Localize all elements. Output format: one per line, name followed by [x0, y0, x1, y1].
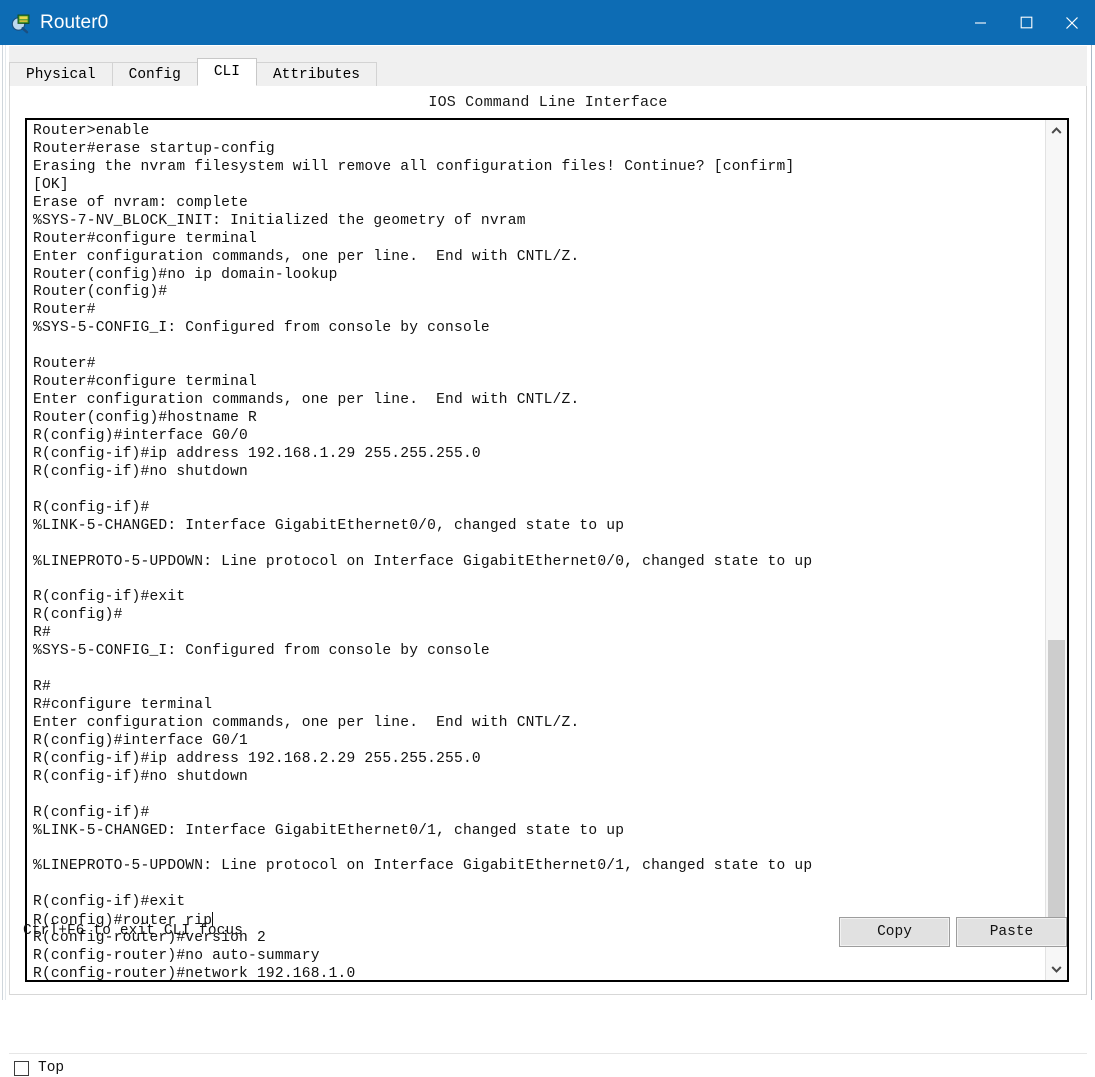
terminal-line: Enter configuration commands, one per li… — [33, 392, 580, 409]
top-checkbox-label: Top — [38, 1060, 65, 1076]
terminal-line: Router#configure terminal — [33, 374, 257, 391]
terminal-line: Erasing the nvram filesystem will remove… — [33, 158, 795, 175]
terminal-line: R(config-if)# — [33, 804, 150, 821]
tab-attributes[interactable]: Attributes — [255, 62, 377, 86]
terminal-output[interactable]: Router>enable Router#erase startup-config… — [27, 120, 1045, 980]
scrollbar-thumb[interactable] — [1048, 640, 1065, 940]
tab-config[interactable]: Config — [111, 62, 198, 86]
terminal-line: [OK] — [33, 176, 69, 193]
tab-cli[interactable]: CLI — [196, 58, 257, 86]
terminal-line: Router# — [33, 356, 96, 373]
terminal-line: R(config-if)#ip address 192.168.1.29 255… — [33, 445, 481, 462]
window-controls — [957, 0, 1095, 45]
terminal-line: R#configure terminal — [33, 697, 213, 713]
window-left-border-inner — [5, 45, 6, 1077]
terminal-line: %SYS-5-CONFIG_I: Configured from console… — [33, 320, 490, 337]
tabs-row: Physical Config CLI Attributes — [9, 58, 377, 86]
cli-footer: Ctrl+F6 to exit CLI focus Copy Paste — [10, 910, 1086, 994]
terminal-line: R(config-if)#no shutdown — [33, 768, 248, 785]
close-button[interactable] — [1049, 0, 1095, 45]
terminal-line: R# — [33, 679, 51, 696]
window-title: Router0 — [40, 12, 109, 33]
terminal-line: Enter configuration commands, one per li… — [33, 714, 580, 731]
terminal-line: R(config-if)#ip address 192.168.2.29 255… — [33, 750, 481, 767]
minimize-button[interactable] — [957, 0, 1003, 45]
router-cli-window: Router0 Physical Config CLI Attributes I… — [0, 0, 1095, 1077]
terminal-line: Router#configure terminal — [33, 230, 257, 247]
terminal-line: R# — [33, 625, 51, 642]
terminal-line: R(config-if)# — [33, 499, 150, 516]
terminal-line: Erase of nvram: complete — [33, 194, 248, 211]
top-checkbox[interactable] — [14, 1060, 29, 1076]
tab-physical[interactable]: Physical — [9, 62, 113, 86]
bottom-area — [0, 1000, 1095, 1077]
terminal-line: Router(config)#hostname R — [33, 410, 257, 426]
window-titlebar[interactable]: Router0 — [0, 0, 1095, 45]
window-left-border — [2, 45, 3, 1077]
cli-focus-hint: Ctrl+F6 to exit CLI focus — [23, 923, 244, 939]
copy-button[interactable]: Copy — [839, 917, 950, 947]
terminal-line: %LINK-5-CHANGED: Interface GigabitEthern… — [33, 517, 625, 534]
maximize-button[interactable] — [1003, 0, 1049, 45]
terminal-line: Router#erase startup-config — [33, 140, 275, 157]
tabstrip: Physical Config CLI Attributes — [9, 46, 1087, 86]
cli-panel: IOS Command Line Interface Router>enable… — [9, 86, 1087, 995]
chevron-up-icon[interactable] — [1046, 120, 1067, 142]
terminal-line: R(config)#interface G0/0 — [33, 427, 248, 444]
terminal-line: %SYS-5-CONFIG_I: Configured from console… — [33, 643, 490, 660]
terminal-frame: Router>enable Router#erase startup-config… — [25, 118, 1069, 982]
inspect-magnifier-icon — [10, 12, 32, 34]
terminal-line: Router>enable — [33, 123, 150, 139]
terminal-line: Enter configuration commands, one per li… — [33, 248, 580, 265]
bottom-divider — [9, 1053, 1087, 1054]
terminal-line: %LINK-5-CHANGED: Interface GigabitEthern… — [33, 822, 625, 839]
terminal-line: R(config-if)#exit — [33, 589, 186, 606]
terminal-line: Router(config)# — [33, 284, 168, 301]
terminal-line: R(config)#interface G0/1 — [33, 732, 248, 749]
terminal-line: %LINEPROTO-5-UPDOWN: Line protocol on In… — [33, 553, 813, 570]
top-checkbox-row[interactable]: Top — [14, 1060, 64, 1076]
terminal-line: Router# — [33, 302, 96, 319]
paste-button[interactable]: Paste — [956, 917, 1067, 947]
terminal-line: %SYS-7-NV_BLOCK_INIT: Initialized the ge… — [33, 212, 526, 229]
terminal-line: R(config-if)#no shutdown — [33, 463, 248, 480]
terminal-line: %LINEPROTO-5-UPDOWN: Line protocol on In… — [33, 858, 813, 875]
terminal-scrollbar[interactable] — [1045, 120, 1067, 980]
terminal-line: R(config)# — [33, 607, 123, 624]
terminal-line: Router(config)#no ip domain-lookup — [33, 266, 338, 283]
window-right-border — [1091, 45, 1092, 1077]
cli-heading: IOS Command Line Interface — [428, 94, 668, 111]
